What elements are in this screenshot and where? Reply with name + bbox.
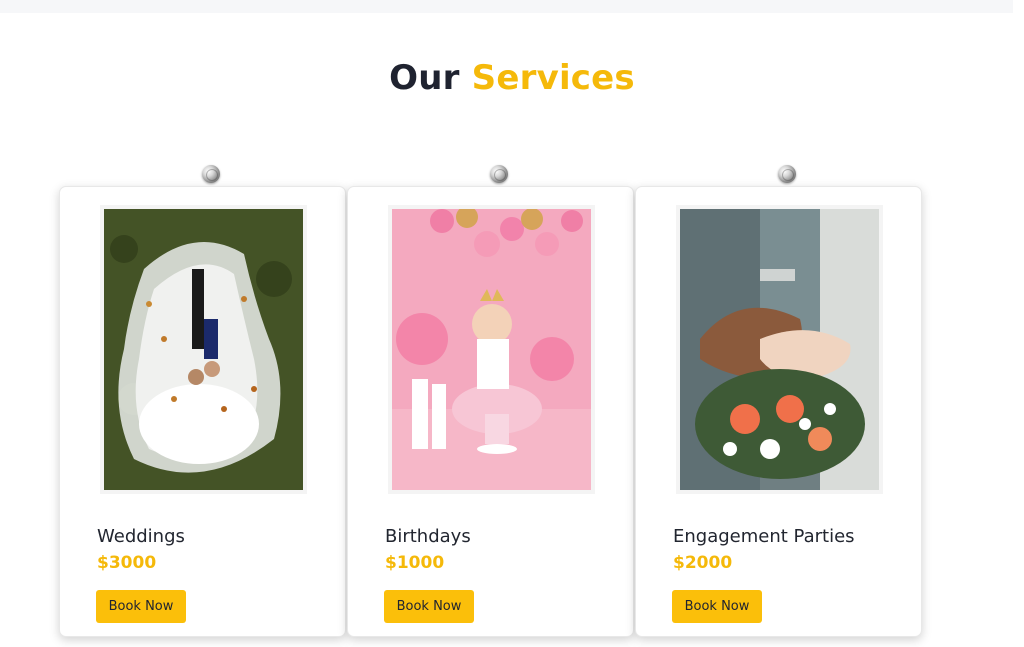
book-now-button[interactable]: Book Now [96,590,186,623]
service-title: Engagement Parties [673,526,855,547]
service-price: $1000 [385,553,445,573]
service-price: $2000 [673,553,733,573]
top-strip [0,0,1013,13]
book-now-button[interactable]: Book Now [672,590,762,623]
book-now-button[interactable]: Book Now [384,590,474,623]
service-card-engagement-parties: Engagement Parties $2000 Book Now [635,186,922,637]
service-title: Weddings [97,526,185,547]
pin-icon [490,165,508,183]
service-price: $3000 [97,553,157,573]
engagement-photo [680,209,879,490]
service-title: Birthdays [385,526,471,547]
section-title-part2: Services [471,58,635,98]
section-title: Our Services [0,58,1024,98]
service-card-birthdays: Birthdays $1000 Book Now [347,186,634,637]
photo-frame [388,205,595,494]
service-card-weddings: Weddings $3000 Book Now [59,186,346,637]
birthday-photo [392,209,591,490]
pin-icon [778,165,796,183]
wedding-photo [104,209,303,490]
photo-frame [100,205,307,494]
pin-icon [202,165,220,183]
section-title-part1: Our [389,58,460,98]
photo-frame [676,205,883,494]
